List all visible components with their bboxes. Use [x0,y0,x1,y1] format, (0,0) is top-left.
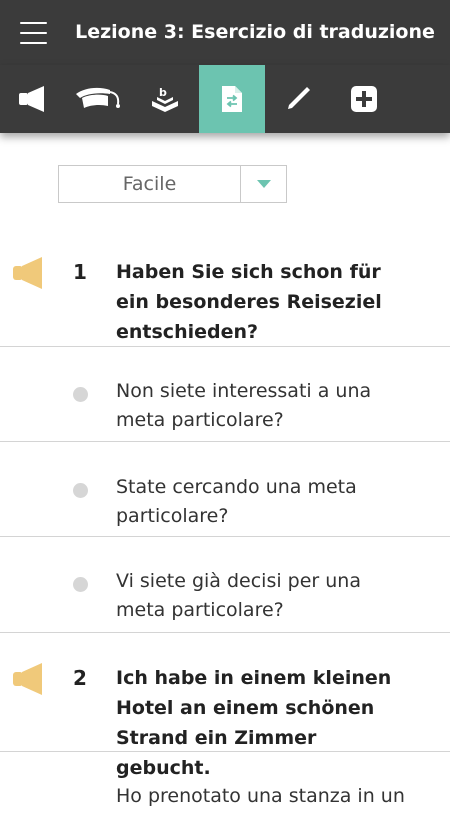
difficulty-select[interactable]: Facile [58,165,287,203]
tool-writing[interactable] [265,65,331,133]
app-bar: Lezione 3: Esercizio di traduzione [0,0,450,65]
answer-option[interactable]: State cercando una meta particolare? [0,442,450,537]
exercise-list: 1 Haben Sie sich schon für ein besondere… [0,240,450,832]
answer-text: Vi siete già decisi per una meta partico… [116,570,361,621]
menu-icon[interactable] [20,22,47,44]
question-text: Haben Sie sich schon für ein besonderes … [116,261,382,343]
pen-icon [288,87,310,109]
chevron-down-icon [256,180,271,188]
tool-audio[interactable] [0,65,66,133]
speaker-icon[interactable] [12,255,46,291]
toolbar: b [0,65,450,133]
tool-more[interactable] [331,65,397,133]
answer-option[interactable]: Non siete interessati a una meta partico… [0,347,450,442]
book-stand-icon: b [152,86,178,112]
tool-vocabulary[interactable]: b [132,65,198,133]
question-row: 2 Ich habe in einem kleinen Hotel an ein… [0,633,450,779]
speaker-icon[interactable] [12,661,46,697]
answer-option[interactable]: Ho prenotato una stanza in un [0,752,450,832]
answer-option[interactable]: Vi siete già decisi per una meta partico… [0,537,450,633]
megaphone-icon [19,86,44,112]
question-row: 1 Haben Sie sich schon für ein besondere… [0,240,450,347]
radio-dot[interactable] [73,577,88,592]
question-number: 2 [73,666,87,690]
radio-dot[interactable] [73,483,88,498]
radio-dot[interactable] [73,387,88,402]
answer-text: Ho prenotato una stanza in un [116,785,405,807]
svg-text:b: b [159,86,167,99]
answer-text: State cercando una meta particolare? [116,476,357,527]
difficulty-value: Facile [59,166,241,202]
dropdown-toggle[interactable] [241,166,286,202]
plus-icon [351,86,377,112]
translate-document-icon [222,86,242,112]
tool-translation[interactable] [199,65,265,133]
graduation-cap-icon [76,87,120,108]
answer-text: Non siete interessati a una meta partico… [116,380,372,431]
question-number: 1 [73,260,87,284]
tool-learn[interactable] [66,65,132,133]
page-title: Lezione 3: Esercizio di traduzione [75,21,435,43]
